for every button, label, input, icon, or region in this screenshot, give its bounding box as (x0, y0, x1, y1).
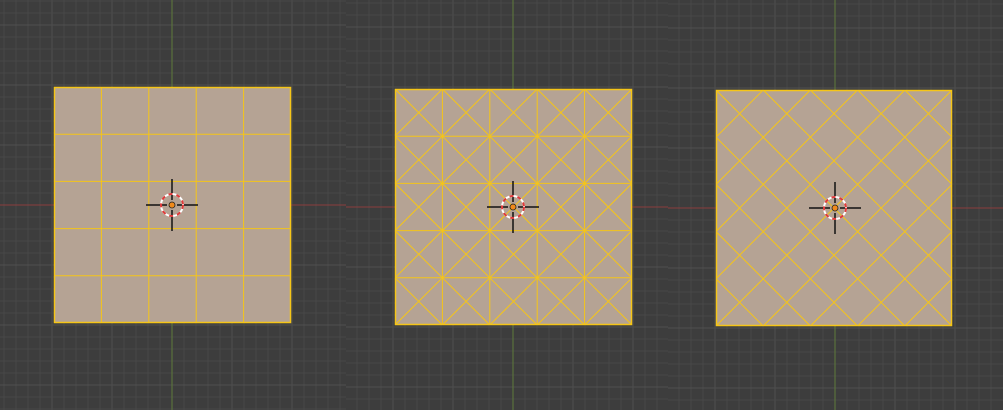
object-origin-icon (168, 201, 176, 209)
viewport-center[interactable] (346, 0, 668, 410)
viewport-center-canvas (346, 0, 668, 410)
object-origin-icon (831, 204, 839, 212)
viewport-left[interactable] (0, 0, 346, 410)
object-origin-icon (509, 203, 517, 211)
viewport-right-canvas (668, 0, 1003, 410)
viewport-left-canvas (0, 0, 346, 410)
blender-3d-viewport-row (0, 0, 1003, 410)
viewport-right[interactable] (668, 0, 1003, 410)
